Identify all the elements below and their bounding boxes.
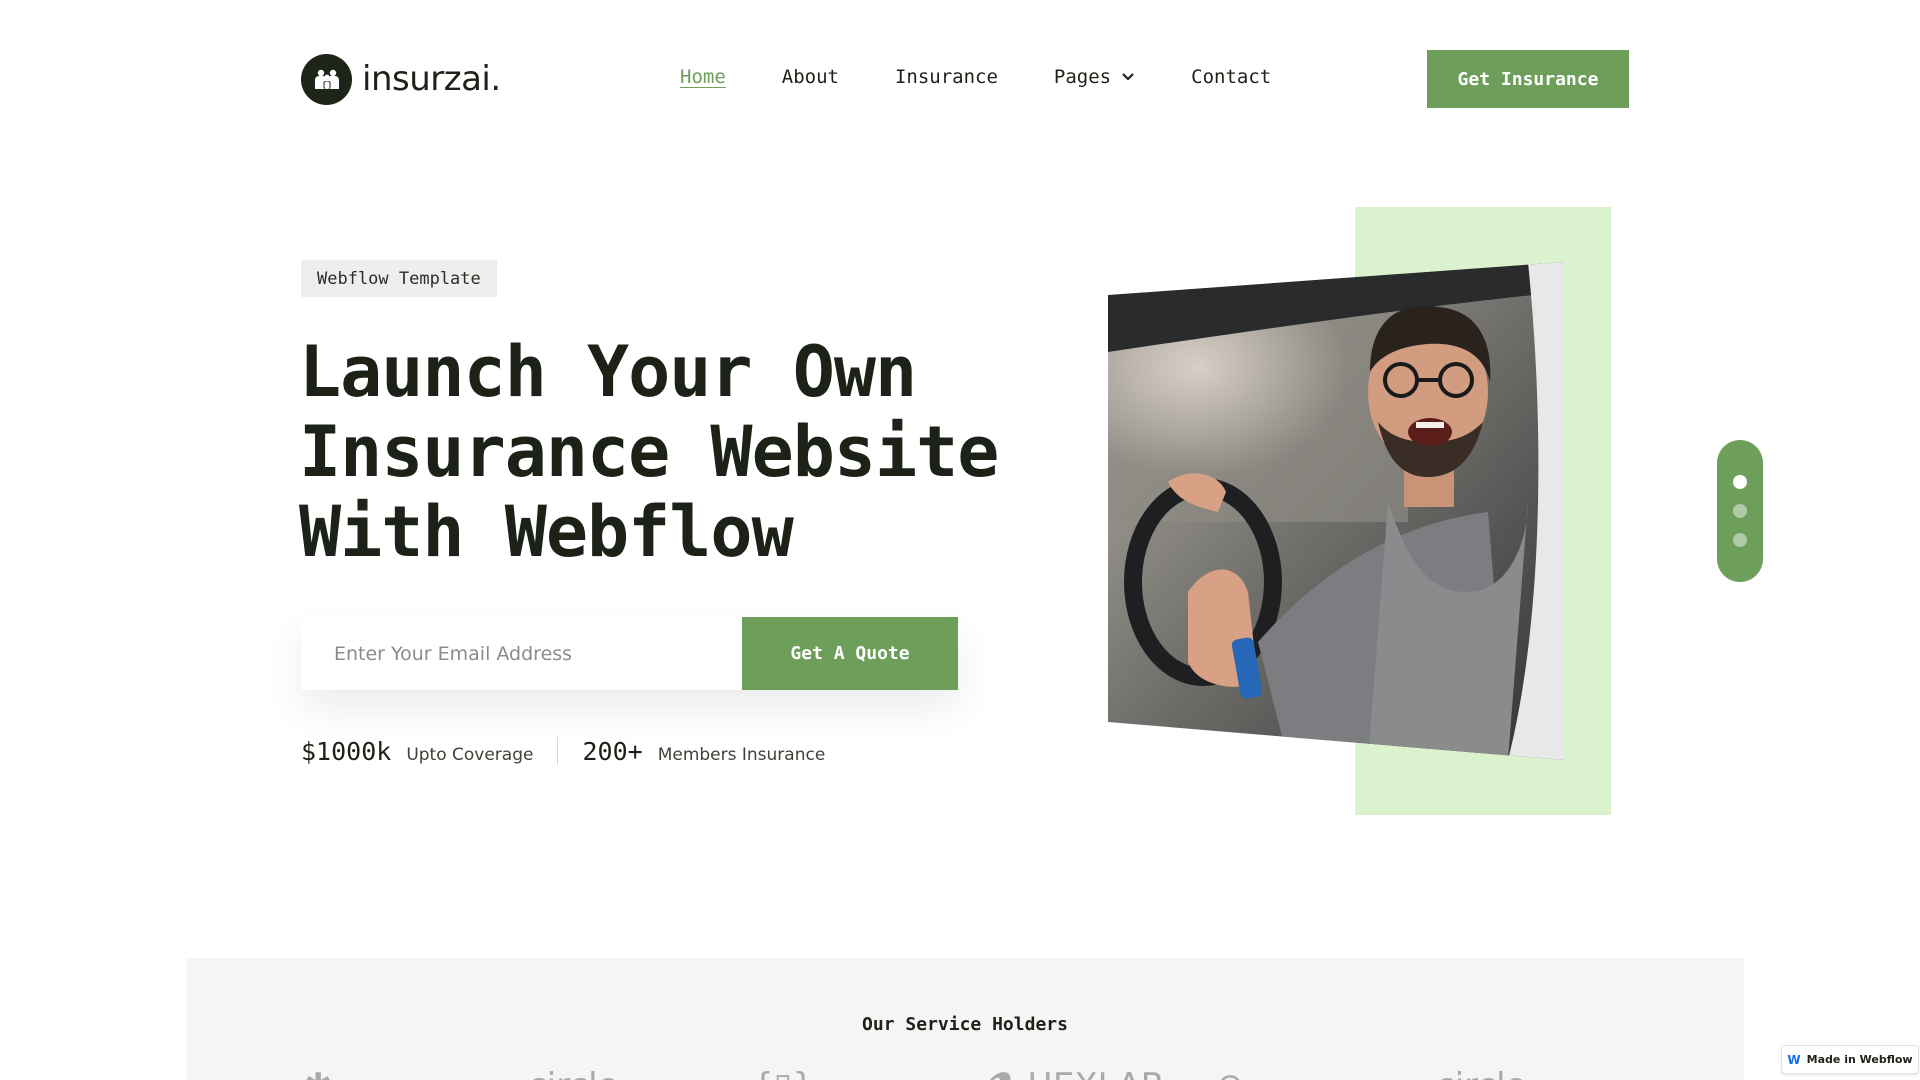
stat-divider (557, 737, 559, 765)
badge-label: Made in Webflow (1806, 1053, 1913, 1066)
stat-coverage: $1000k Upto Coverage (301, 737, 533, 766)
nav-label: Insurance (894, 66, 998, 88)
hero-stats: $1000k Upto Coverage 200+ Members Insura… (301, 736, 825, 766)
nav-item-about[interactable]: About (782, 66, 839, 88)
stat-value: $1000k (301, 736, 392, 766)
hero-title: Launch Your Own Insurance Website With W… (299, 331, 999, 573)
site-header: insurzai. Home About Insurance Pages Con… (0, 0, 1920, 160)
nav-label: Home (680, 66, 726, 88)
webflow-icon: W (1787, 1052, 1801, 1067)
main-nav: Home About Insurance Pages Contact (680, 66, 1271, 88)
nav-item-home[interactable]: Home (680, 66, 726, 88)
service-holders-section: Our Service Holders ✱ circle {▯} ⚗ HEXLA… (186, 958, 1744, 1080)
nav-label: Contact (1191, 66, 1272, 88)
family-icon (301, 53, 352, 105)
section-title: Our Service Holders (862, 1014, 1068, 1035)
stat-label: Members Insurance (657, 744, 826, 765)
get-quote-button[interactable]: Get A Quote (742, 617, 958, 690)
chevron-down-icon (1122, 73, 1134, 81)
brand-logo: ⊙ · (1216, 1066, 1266, 1080)
brand-logo: ⚗ HEXLAB (986, 1066, 1164, 1080)
nav-item-pages[interactable]: Pages (1054, 66, 1135, 88)
logo-text: insurzai. (362, 59, 501, 99)
nav-item-contact[interactable]: Contact (1191, 66, 1271, 88)
template-badge: Webflow Template (301, 260, 497, 297)
hero-slider-dots (1717, 440, 1763, 582)
brand-logo: ✱ (304, 1066, 333, 1080)
stat-members: 200+ Members Insurance (582, 737, 825, 766)
brand-logo: circle (528, 1066, 618, 1080)
quote-form: Get A Quote (301, 617, 958, 690)
stat-value: 200+ (582, 736, 643, 766)
email-input[interactable] (301, 617, 742, 690)
brand-logo: circle (1436, 1066, 1526, 1080)
nav-label: Pages (1053, 66, 1112, 88)
nav-item-insurance[interactable]: Insurance (895, 66, 998, 88)
hero-photo (1108, 262, 1564, 760)
stat-label: Upto Coverage (406, 744, 534, 765)
brand-logo: {▯} (752, 1066, 814, 1080)
brand-logo-row: ✱ circle {▯} ⚗ HEXLAB ⊙ · circle (186, 1066, 1744, 1080)
logo[interactable]: insurzai. (301, 53, 501, 105)
nav-label: About (781, 66, 839, 88)
slider-dot-2[interactable] (1733, 504, 1747, 518)
get-insurance-button[interactable]: Get Insurance (1427, 50, 1629, 108)
slider-dot-3[interactable] (1733, 533, 1747, 547)
made-in-webflow-badge[interactable]: W Made in Webflow (1781, 1045, 1919, 1074)
slider-dot-1[interactable] (1733, 475, 1747, 489)
